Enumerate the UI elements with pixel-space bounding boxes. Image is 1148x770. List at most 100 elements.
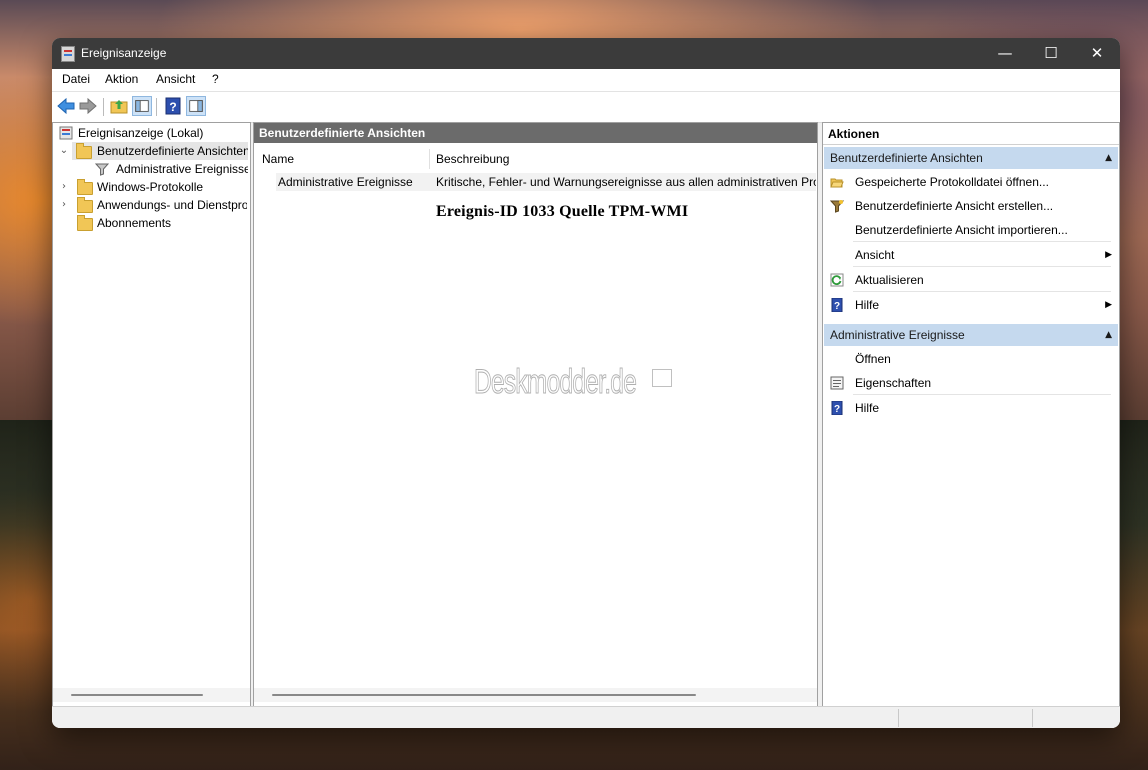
minimize-button[interactable]: — (982, 38, 1028, 69)
tree-item-label: Abonnements (97, 216, 172, 230)
toolbar: ? (52, 92, 1120, 123)
action-label: Aktualisieren (855, 273, 924, 287)
folder-icon (77, 215, 93, 231)
menu-help[interactable]: ? (212, 72, 219, 86)
divider (853, 266, 1111, 267)
action-label: Benutzerdefinierte Ansicht erstellen... (855, 199, 1054, 213)
scrollbar-thumb[interactable] (272, 694, 696, 696)
section-title: Administrative Ereignisse (830, 328, 965, 342)
action-aktualisieren[interactable]: Aktualisieren (824, 268, 1118, 292)
section-title: Benutzerdefinierte Ansichten (830, 151, 983, 165)
cell-description: Kritische, Fehler- und Warnungsereigniss… (436, 175, 816, 189)
action-hilfe-2[interactable]: ? Hilfe (824, 396, 1118, 420)
results-pane: Benutzerdefinierte Ansichten Name Beschr… (253, 122, 818, 707)
action-label: Benutzerdefinierte Ansicht importieren..… (855, 223, 1068, 237)
folder-up-icon[interactable] (109, 96, 129, 116)
maximize-button[interactable]: ☐ (1028, 38, 1074, 69)
status-separator (898, 709, 899, 727)
title-bar[interactable]: Ereignisanzeige — ☐ ✕ (52, 38, 1120, 69)
svg-text:?: ? (834, 301, 840, 312)
tree-item-administrative-ereignisse[interactable]: Administrative Ereignisse (93, 160, 248, 178)
tree-item-root[interactable]: Ereignisanzeige (Lokal) (59, 124, 247, 142)
console-tree: Ereignisanzeige (Lokal) Benutzerdefinier… (52, 122, 251, 707)
open-folder-icon (830, 178, 844, 188)
folder-filter-icon (76, 143, 92, 159)
event-viewer-icon (59, 126, 73, 140)
action-label: Gespeicherte Protokolldatei öffnen... (855, 175, 1049, 189)
divider (853, 394, 1111, 395)
filter-icon (95, 163, 109, 176)
action-import-custom-view[interactable]: Benutzerdefinierte Ansicht importieren..… (824, 218, 1118, 242)
forward-arrow-icon[interactable] (78, 96, 98, 116)
action-label: Hilfe (855, 401, 880, 415)
toolbar-separator (103, 98, 104, 116)
svg-text:?: ? (169, 100, 176, 114)
actions-title: Aktionen (823, 123, 1119, 145)
horizontal-scrollbar[interactable] (254, 688, 817, 702)
folder-icon (77, 197, 93, 213)
show-hide-action-pane-icon[interactable] (186, 96, 206, 116)
column-divider[interactable] (429, 149, 430, 169)
chevron-down-icon[interactable]: ⌄ (59, 142, 69, 160)
menu-datei[interactable]: Datei (62, 72, 90, 86)
action-oeffnen[interactable]: Öffnen (824, 347, 1118, 371)
show-hide-console-tree-icon[interactable] (132, 96, 152, 116)
close-button[interactable]: ✕ (1074, 38, 1120, 69)
tree-item-benutzerdefinierte-ansichten[interactable]: Benutzerdefinierte Ansichten (72, 142, 248, 160)
status-bar (52, 706, 1120, 728)
watermark-text: Deskmodder.de (474, 363, 638, 402)
help-icon: ? (831, 401, 843, 415)
toolbar-separator (156, 98, 157, 116)
horizontal-scrollbar[interactable] (53, 688, 250, 702)
cell-name: Administrative Ereignisse (278, 175, 413, 189)
watermark-logo-icon (652, 369, 672, 387)
chevron-right-icon[interactable]: › (59, 178, 69, 196)
status-separator (1032, 709, 1033, 727)
menu-bar: Datei Aktion Ansicht ? (52, 69, 1120, 92)
column-header-beschreibung[interactable]: Beschreibung (436, 149, 509, 169)
scrollbar-thumb[interactable] (71, 694, 203, 696)
tree-item-label: Administrative Ereignisse (116, 162, 248, 176)
tree-item-windows-protokolle[interactable]: Windows-Protokolle (75, 178, 247, 196)
collapse-triangle-icon[interactable]: ▲ (1105, 147, 1112, 169)
actions-pane: Aktionen Benutzerdefinierte Ansichten ▲ … (822, 122, 1120, 707)
window-title: Ereignisanzeige (81, 46, 167, 60)
tree-root-label: Ereignisanzeige (Lokal) (78, 126, 204, 140)
collapse-triangle-icon[interactable]: ▲ (1105, 324, 1112, 346)
folder-icon (77, 179, 93, 195)
menu-aktion[interactable]: Aktion (105, 72, 138, 86)
action-ansicht[interactable]: Ansicht ▶ (824, 243, 1118, 267)
results-pane-title: Benutzerdefinierte Ansichten (254, 123, 817, 143)
tree-item-label: Benutzerdefinierte Ansichten (97, 144, 248, 158)
action-open-saved-log[interactable]: Gespeicherte Protokolldatei öffnen... (824, 170, 1118, 194)
help-icon: ? (831, 298, 843, 312)
divider (853, 241, 1111, 242)
divider (853, 291, 1111, 292)
action-label: Öffnen (855, 352, 891, 366)
tree-item-abonnements[interactable]: Abonnements (75, 214, 247, 232)
column-header-name[interactable]: Name (262, 149, 294, 169)
action-label: Ansicht (855, 248, 895, 262)
action-eigenschaften[interactable]: Eigenschaften (824, 371, 1118, 395)
action-label: Eigenschaften (855, 376, 932, 390)
action-create-custom-view[interactable]: Benutzerdefinierte Ansicht erstellen... (824, 194, 1118, 218)
tree-item-anwendungs-und-dienstprotokolle[interactable]: Anwendungs- und Dienstprotokolle (75, 196, 247, 214)
submenu-arrow-icon: ▶ (1105, 250, 1112, 260)
refresh-icon (830, 273, 844, 287)
tree-item-label: Anwendungs- und Dienstprotokolle (97, 198, 247, 212)
event-viewer-app-icon (61, 46, 75, 62)
properties-icon (830, 376, 844, 390)
back-arrow-icon[interactable] (56, 96, 76, 116)
action-label: Hilfe (855, 298, 880, 312)
section-administrative-ereignisse[interactable]: Administrative Ereignisse ▲ (824, 324, 1118, 346)
help-icon[interactable]: ? (163, 96, 183, 116)
action-hilfe[interactable]: ? Hilfe ▶ (824, 293, 1118, 317)
section-benutzerdefinierte-ansichten[interactable]: Benutzerdefinierte Ansichten ▲ (824, 147, 1118, 169)
chevron-right-icon[interactable]: › (59, 196, 69, 214)
event-id-annotation: Ereignis-ID 1033 Quelle TPM-WMI (436, 203, 689, 220)
menu-ansicht[interactable]: Ansicht (156, 72, 195, 86)
svg-text:?: ? (834, 404, 840, 415)
submenu-arrow-icon: ▶ (1105, 300, 1112, 310)
tree-item-label: Windows-Protokolle (97, 180, 204, 194)
filter-create-icon (830, 200, 844, 213)
